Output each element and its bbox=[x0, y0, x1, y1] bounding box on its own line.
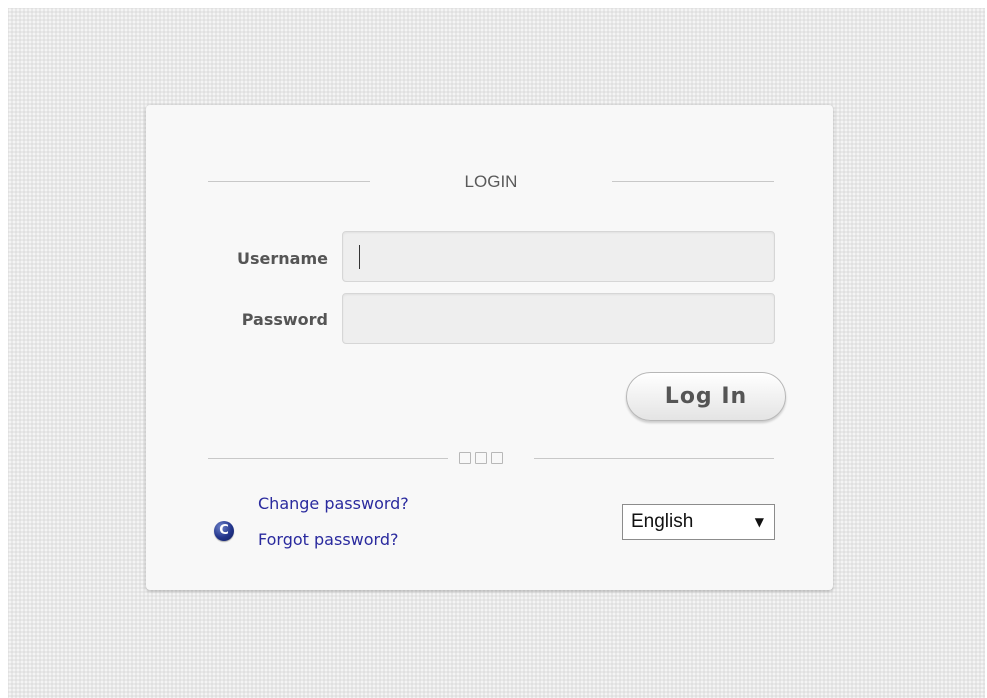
c-logo-icon: C bbox=[214, 521, 234, 541]
login-title: LOGIN bbox=[464, 172, 518, 191]
square-icon bbox=[475, 452, 487, 464]
password-label: Password bbox=[241, 310, 328, 329]
login-title-row: LOGIN bbox=[208, 171, 774, 193]
separator-squares-icon bbox=[459, 452, 503, 464]
separator-line-right bbox=[534, 458, 774, 459]
username-input[interactable] bbox=[342, 231, 775, 282]
section-separator bbox=[208, 451, 774, 465]
square-icon bbox=[491, 452, 503, 464]
forgot-password-link[interactable]: Forgot password? bbox=[258, 530, 398, 550]
language-select[interactable]: English ▼ bbox=[622, 504, 775, 540]
page-background: LOGIN Username Password Log In C Change … bbox=[8, 8, 985, 698]
dropdown-arrow-icon: ▼ bbox=[754, 515, 764, 529]
change-password-link[interactable]: Change password? bbox=[258, 494, 409, 514]
login-button[interactable]: Log In bbox=[626, 372, 786, 421]
username-label: Username bbox=[237, 249, 328, 268]
login-card: LOGIN Username Password Log In C Change … bbox=[146, 105, 833, 590]
title-divider-right bbox=[612, 181, 774, 182]
separator-line-left bbox=[208, 458, 448, 459]
square-icon bbox=[459, 452, 471, 464]
text-caret bbox=[359, 245, 360, 269]
password-input[interactable] bbox=[342, 293, 775, 344]
title-divider-left bbox=[208, 181, 370, 182]
language-selected-value: English bbox=[631, 511, 694, 532]
